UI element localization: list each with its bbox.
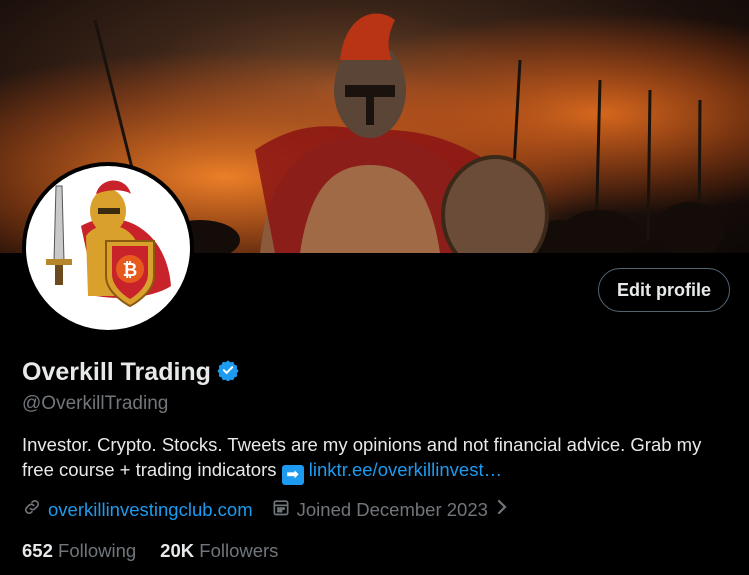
joined-item[interactable]: Joined December 2023 xyxy=(271,497,510,522)
verified-badge-icon[interactable] xyxy=(217,359,239,386)
followers-link[interactable]: 20K Followers xyxy=(160,540,278,562)
follow-stats: 652 Following 20K Followers xyxy=(22,540,278,562)
bio-link[interactable]: linktr.ee/overkillinvest… xyxy=(309,459,502,480)
following-count: 652 xyxy=(22,540,53,561)
display-name: Overkill Trading xyxy=(22,358,211,386)
link-icon xyxy=(22,497,42,522)
following-link[interactable]: 652 Following xyxy=(22,540,136,562)
chevron-right-icon xyxy=(494,498,510,521)
calendar-icon xyxy=(271,497,291,522)
profile-meta: overkillinvestingclub.com Joined Decembe… xyxy=(22,497,528,522)
following-label: Following xyxy=(58,540,137,561)
website-item: overkillinvestingclub.com xyxy=(22,497,253,522)
followers-label: Followers xyxy=(199,540,279,561)
right-arrow-emoji-icon: ➡ xyxy=(281,465,304,485)
joined-date: Joined December 2023 xyxy=(296,498,488,520)
avatar[interactable]: ₿ xyxy=(22,162,194,334)
user-handle: @OverkillTrading xyxy=(22,393,169,414)
avatar-image: ₿ xyxy=(26,166,190,330)
followers-count: 20K xyxy=(160,540,195,561)
profile-bio: Investor. Crypto. Stocks. Tweets are my … xyxy=(22,432,737,485)
profile-name-row: Overkill Trading xyxy=(22,358,239,387)
website-link[interactable]: overkillinvestingclub.com xyxy=(48,499,253,521)
edit-profile-button[interactable]: Edit profile xyxy=(598,268,730,312)
svg-text:₿: ₿ xyxy=(123,260,138,280)
